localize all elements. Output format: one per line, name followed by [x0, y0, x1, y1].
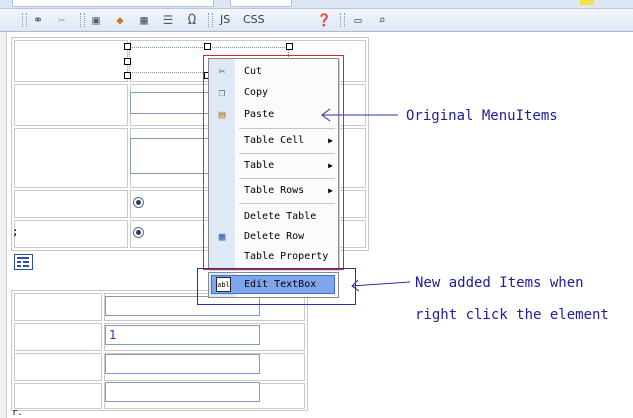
annotation-new-line1: New added Items when	[415, 275, 584, 291]
arrow-original	[321, 108, 398, 122]
arrow-new	[351, 279, 411, 292]
annotation-new-line2: right click the element	[415, 307, 609, 323]
annotation-original-label: Original MenuItems	[406, 108, 558, 124]
annotation-arrows	[321, 108, 411, 292]
